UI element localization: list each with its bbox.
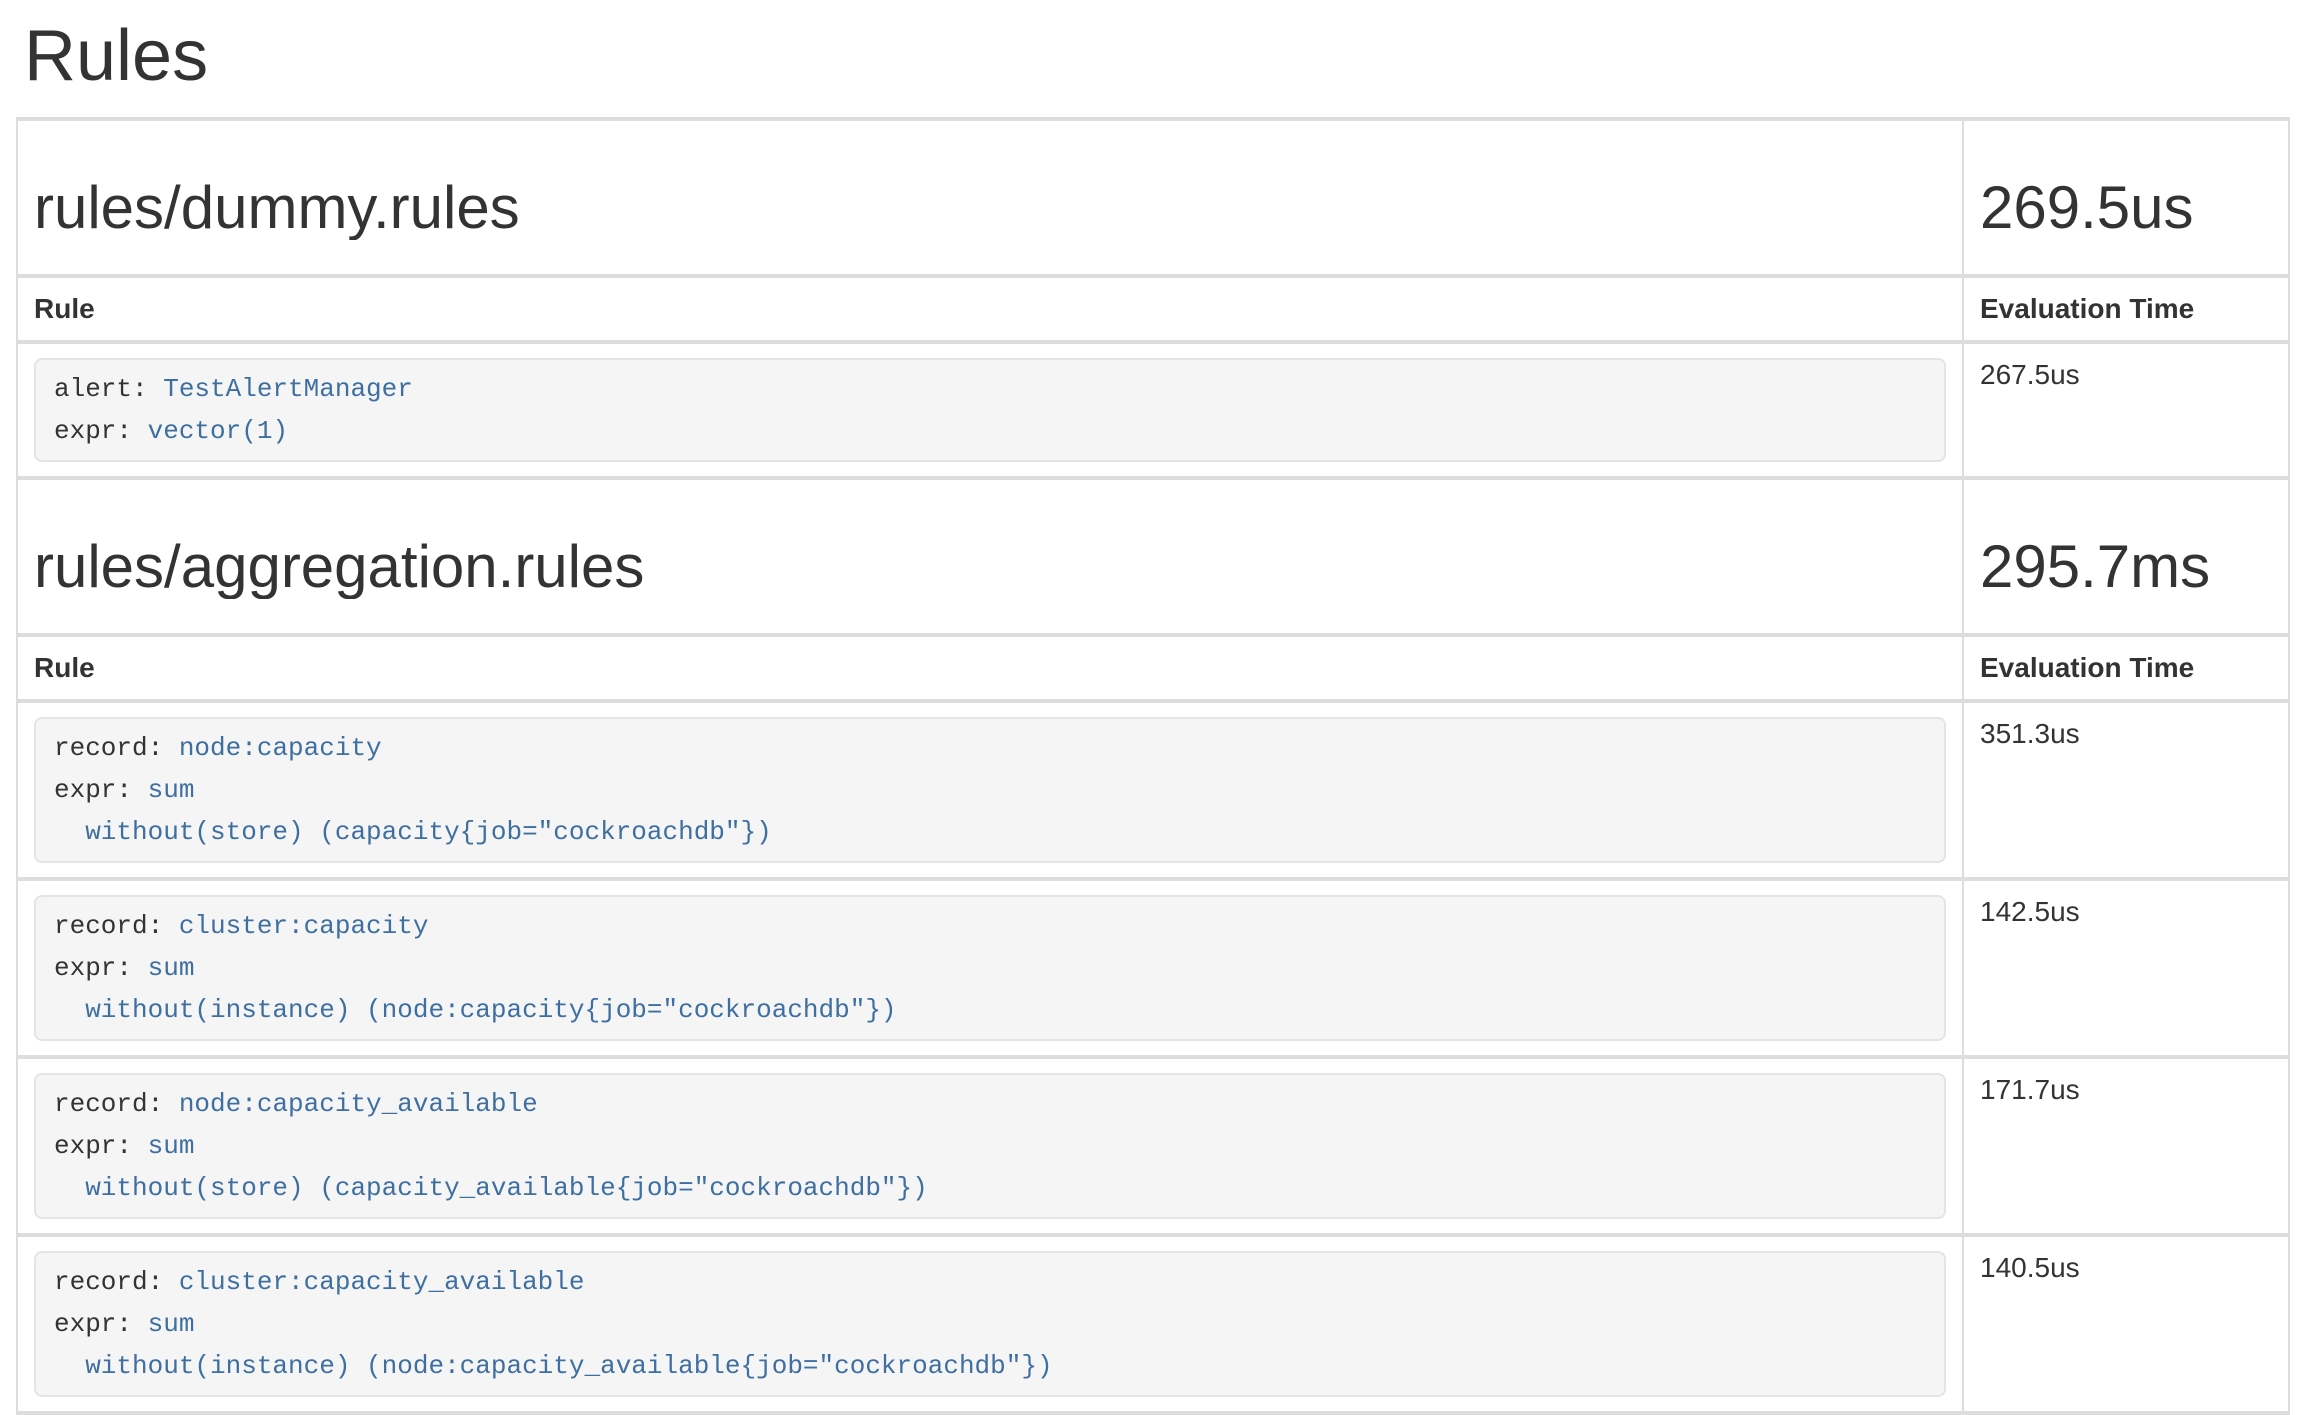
rule-keyword: expr: <box>54 1309 148 1339</box>
rule-expr-link[interactable]: without(store) (capacity{job="cockroachd… <box>54 817 772 847</box>
rule-column-header: Rule <box>17 276 1963 342</box>
column-header-row: Rule Evaluation Time <box>17 276 2289 342</box>
group-eval-total: 295.7ms <box>1980 534 2272 599</box>
rule-code-block: record: node:capacity_available expr: sum… <box>34 1073 1946 1219</box>
eval-time-column-header: Evaluation Time <box>1963 276 2289 342</box>
table-row: record: node:capacity_available expr: sum… <box>17 1057 2289 1235</box>
rules-table: rules/dummy.rules 269.5us Rule Evaluatio… <box>16 117 2290 1415</box>
rule-record-link[interactable]: node:capacity_available <box>179 1089 538 1119</box>
column-header-row: Rule Evaluation Time <box>17 635 2289 701</box>
rule-expr-link[interactable]: sum <box>148 1309 195 1339</box>
table-row: record: node:capacity expr: sum without(s… <box>17 701 2289 879</box>
rule-cell: alert: TestAlertManager expr: vector(1) <box>17 342 1963 478</box>
table-row: alert: TestAlertManager expr: vector(1) 2… <box>17 342 2289 478</box>
eval-time-column-header: Evaluation Time <box>1963 635 2289 701</box>
rule-record-link[interactable]: cluster:capacity <box>179 911 429 941</box>
page-title: Rules <box>24 16 2290 97</box>
rule-eval-time: 171.7us <box>1963 1057 2289 1235</box>
rule-keyword: expr: <box>54 416 148 446</box>
rule-record-link[interactable]: node:capacity <box>179 733 382 763</box>
rule-keyword: expr: <box>54 953 148 983</box>
rule-expr-link[interactable]: without(instance) (node:capacity{job="co… <box>54 995 897 1025</box>
group-eval-total-cell: 295.7ms <box>1963 478 2289 635</box>
rule-cell: record: node:capacity expr: sum without(s… <box>17 701 1963 879</box>
rule-keyword: record: <box>54 1089 179 1119</box>
table-row: record: cluster:capacity_availableexpr: … <box>17 1235 2289 1413</box>
group-file-name: rules/aggregation.rules <box>34 534 1946 599</box>
rule-keyword: expr: <box>54 775 148 805</box>
table-row: record: cluster:capacity expr: sum withou… <box>17 879 2289 1057</box>
rule-eval-time: 351.3us <box>1963 701 2289 879</box>
rule-expr-link[interactable]: sum <box>148 775 195 805</box>
rule-keyword: alert: <box>54 374 163 404</box>
rule-expr-link[interactable]: without(store) (capacity_available{job="… <box>54 1173 928 1203</box>
rule-eval-time: 267.5us <box>1963 342 2289 478</box>
rule-keyword: record: <box>54 911 179 941</box>
group-file-cell: rules/dummy.rules <box>17 119 1963 276</box>
rule-alert-link[interactable]: TestAlertManager <box>163 374 413 404</box>
group-header-row: rules/aggregation.rules 295.7ms <box>17 478 2289 635</box>
group-file-name: rules/dummy.rules <box>34 175 1946 240</box>
rule-column-header: Rule <box>17 635 1963 701</box>
rule-keyword: expr: <box>54 1131 148 1161</box>
rule-keyword: record: <box>54 733 179 763</box>
rule-cell: record: node:capacity_available expr: sum… <box>17 1057 1963 1235</box>
rule-cell: record: cluster:capacity expr: sum withou… <box>17 879 1963 1057</box>
rule-code-block: record: node:capacity expr: sum without(s… <box>34 717 1946 863</box>
rule-cell: record: cluster:capacity_availableexpr: … <box>17 1235 1963 1413</box>
rule-eval-time: 140.5us <box>1963 1235 2289 1413</box>
group-header-row: rules/dummy.rules 269.5us <box>17 119 2289 276</box>
rule-code-block: record: cluster:capacity_availableexpr: … <box>34 1251 1946 1397</box>
group-eval-total: 269.5us <box>1980 175 2272 240</box>
rule-expr-link[interactable]: sum <box>148 1131 195 1161</box>
rule-eval-time: 142.5us <box>1963 879 2289 1057</box>
rule-expr-link[interactable]: vector(1) <box>148 416 288 446</box>
rule-code-block: alert: TestAlertManager expr: vector(1) <box>34 358 1946 462</box>
group-file-cell: rules/aggregation.rules <box>17 478 1963 635</box>
rule-keyword: record: <box>54 1267 179 1297</box>
rule-code-block: record: cluster:capacity expr: sum withou… <box>34 895 1946 1041</box>
rule-record-link[interactable]: cluster:capacity_available <box>179 1267 585 1297</box>
rule-expr-link[interactable]: sum <box>148 953 195 983</box>
group-eval-total-cell: 269.5us <box>1963 119 2289 276</box>
rule-expr-link[interactable]: without(instance) (node:capacity_availab… <box>54 1351 1053 1381</box>
